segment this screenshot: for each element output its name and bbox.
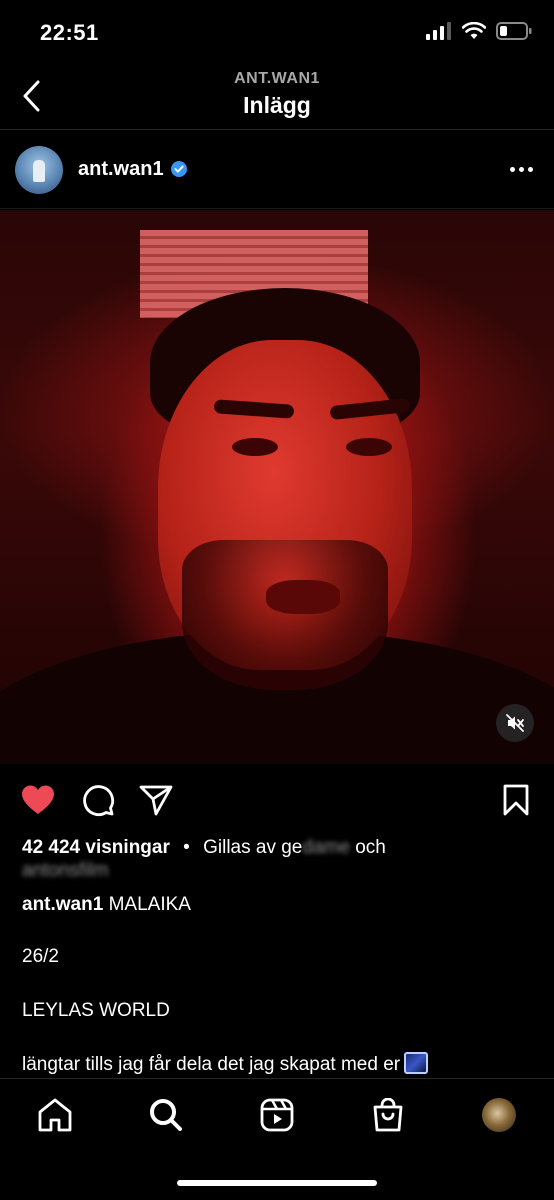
author-avatar[interactable] xyxy=(15,146,63,194)
status-bar: 22:51 xyxy=(0,0,554,66)
save-button[interactable] xyxy=(498,782,534,818)
caption-header: ant.wan1 MALAIKA xyxy=(22,894,191,916)
tab-reels[interactable] xyxy=(255,1093,299,1137)
meta-separator: • xyxy=(183,837,190,858)
views-and-likes: 42 424 visningar • Gillas av gedame och xyxy=(22,836,542,860)
view-count[interactable]: 42 424 visningar xyxy=(22,837,170,858)
liked-by-line2[interactable]: antonsfilm xyxy=(22,860,109,882)
speaker-muted-icon xyxy=(506,714,524,732)
profile-avatar xyxy=(482,1098,516,1132)
header-account-name: ANT.WAN1 xyxy=(234,70,320,87)
caption-line-text: längtar tills jag får dela det jag skapa… xyxy=(22,1052,429,1076)
caption-username[interactable]: ant.wan1 xyxy=(22,894,103,915)
caption-line-title: LEYLAS WORLD xyxy=(22,1000,170,1021)
comment-icon xyxy=(83,785,114,816)
heart-icon xyxy=(22,785,54,814)
page-title: Inlägg xyxy=(243,92,311,118)
tab-profile[interactable] xyxy=(477,1093,521,1137)
home-indicator xyxy=(177,1180,377,1186)
milky-way-emoji-icon xyxy=(404,1052,429,1074)
post-page-header: ANT.WAN1 Inlägg xyxy=(0,66,554,130)
share-button[interactable] xyxy=(138,782,174,818)
verified-badge-icon xyxy=(171,161,187,177)
caption-line-date: 26/2 xyxy=(22,946,59,967)
like-button[interactable] xyxy=(20,782,56,818)
caption-title: MALAIKA xyxy=(108,894,191,915)
more-dots-icon xyxy=(509,166,515,172)
liked-by-suffix: och xyxy=(355,837,386,858)
status-icons xyxy=(426,22,532,40)
tab-shop[interactable] xyxy=(366,1093,410,1137)
liked-by-prefix: Gillas av ge xyxy=(203,837,303,858)
avatar-figure xyxy=(33,160,45,182)
liked-by-name-blurred[interactable]: dame xyxy=(302,837,350,858)
comment-button[interactable] xyxy=(80,782,116,818)
post-author-row: ant.wan1 xyxy=(0,131,554,209)
shop-icon xyxy=(373,1098,403,1132)
reels-icon xyxy=(260,1098,294,1132)
post-actions xyxy=(0,776,554,824)
send-icon xyxy=(139,785,173,816)
author-username[interactable]: ant.wan1 xyxy=(78,158,164,181)
status-time: 22:51 xyxy=(40,20,99,45)
home-icon xyxy=(38,1098,72,1132)
mute-toggle-button[interactable] xyxy=(496,704,534,742)
bookmark-icon xyxy=(503,784,529,816)
post-video[interactable] xyxy=(0,210,554,764)
caption-text: längtar tills jag får dela det jag skapa… xyxy=(22,1054,401,1075)
battery-icon xyxy=(496,22,532,40)
more-options-button[interactable] xyxy=(506,157,536,181)
tab-search[interactable] xyxy=(144,1093,188,1137)
wifi-icon xyxy=(462,22,486,39)
search-icon xyxy=(150,1099,182,1131)
tab-home[interactable] xyxy=(33,1093,77,1137)
signal-icon xyxy=(426,22,451,40)
video-subject-beard xyxy=(182,540,388,690)
